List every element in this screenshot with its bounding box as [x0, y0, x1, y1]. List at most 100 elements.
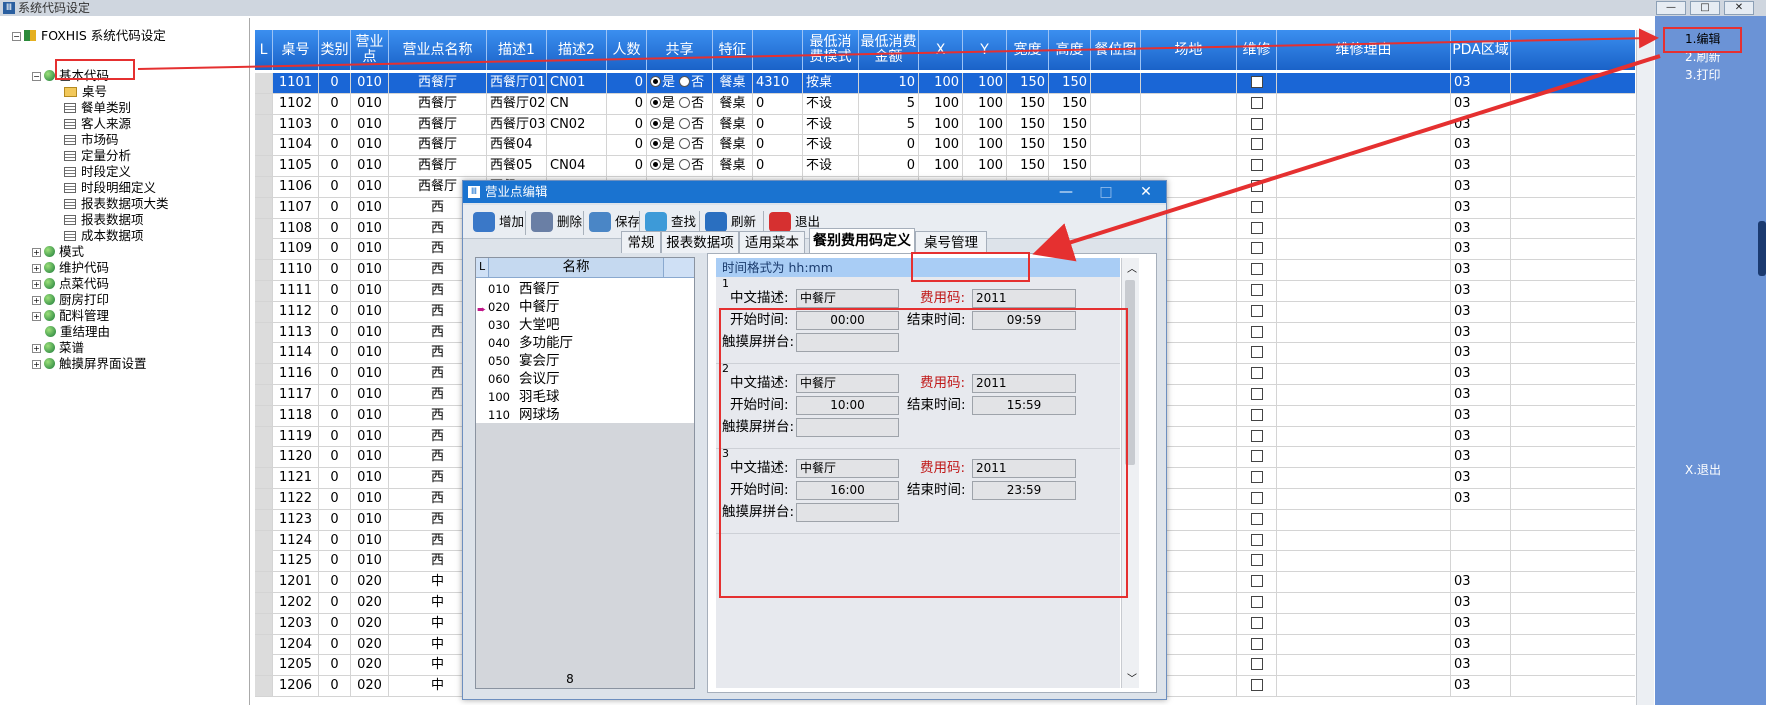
- row-selector[interactable]: [255, 218, 273, 239]
- cell-no[interactable]: 1113: [273, 322, 319, 343]
- cell-empty[interactable]: [1277, 426, 1451, 447]
- row-selector[interactable]: [255, 239, 273, 260]
- cell-cat[interactable]: 0: [319, 93, 351, 114]
- checkbox[interactable]: [1250, 637, 1263, 650]
- tab-3[interactable]: 餐别费用码定义: [809, 228, 915, 253]
- tree-item[interactable]: + 点菜代码: [32, 276, 109, 292]
- table-row[interactable]: 1103 0 010 西餐厅 西餐厅03 CN02 0 是 否餐桌 0 不设 5 100 100 150 1…: [255, 114, 1635, 136]
- repair-checkbox[interactable]: [1237, 135, 1277, 156]
- checkbox[interactable]: [1250, 450, 1263, 463]
- radio-no[interactable]: [679, 76, 691, 87]
- end-time-field[interactable]: 15:59: [972, 396, 1076, 415]
- share-radio-group[interactable]: 是 否: [647, 135, 713, 156]
- cell-pda[interactable]: 03: [1451, 364, 1511, 385]
- cell-mode[interactable]: 按桌: [803, 73, 859, 93]
- tree-item[interactable]: 客人来源: [50, 116, 131, 132]
- cell-empty[interactable]: [1277, 322, 1451, 343]
- checkbox[interactable]: [1250, 304, 1263, 317]
- column-header[interactable]: 维修理由: [1277, 30, 1451, 70]
- cell-pda[interactable]: 03: [1451, 197, 1511, 218]
- list-item[interactable]: 100 羽毛球: [476, 388, 694, 406]
- column-header[interactable]: X: [919, 30, 963, 70]
- repair-checkbox[interactable]: [1237, 322, 1277, 343]
- cell-empty[interactable]: [1141, 93, 1237, 114]
- row-selector[interactable]: [255, 676, 273, 697]
- repair-checkbox[interactable]: [1237, 260, 1277, 281]
- cell-x1[interactable]: 0: [753, 93, 803, 114]
- cell-pda[interactable]: 03: [1451, 385, 1511, 405]
- cell-d2[interactable]: [547, 135, 607, 156]
- cell-h[interactable]: 150: [1049, 73, 1091, 93]
- column-header[interactable]: 最低消费金额: [859, 30, 919, 70]
- cell-pda[interactable]: 03: [1451, 489, 1511, 509]
- cell-cat[interactable]: 0: [319, 343, 351, 364]
- cell-no[interactable]: 1105: [273, 156, 319, 177]
- cell-cat[interactable]: 0: [319, 447, 351, 468]
- repair-checkbox[interactable]: [1237, 73, 1277, 93]
- touch-table-field[interactable]: [796, 503, 899, 522]
- close-button[interactable]: ✕: [1724, 1, 1754, 15]
- checkbox[interactable]: [1250, 96, 1263, 109]
- repair-checkbox[interactable]: [1237, 197, 1277, 218]
- cell-empty[interactable]: [1277, 93, 1451, 114]
- column-header[interactable]: 营业点名称: [389, 30, 487, 70]
- cell-mode[interactable]: 不设: [803, 93, 859, 114]
- cell-pt[interactable]: 010: [351, 385, 389, 405]
- expand-icon[interactable]: +: [32, 344, 41, 353]
- cell-cat[interactable]: 0: [319, 177, 351, 197]
- cell-pt[interactable]: 010: [351, 218, 389, 239]
- list-item[interactable]: ➨ 020 中餐厅: [476, 298, 694, 316]
- expand-icon[interactable]: +: [32, 360, 41, 369]
- cell-cat[interactable]: 0: [319, 301, 351, 322]
- share-radio-group[interactable]: 是 否: [647, 93, 713, 114]
- scroll-down-icon[interactable]: ﹀: [1127, 670, 1137, 685]
- cell-mode[interactable]: 不设: [803, 135, 859, 156]
- radio-yes[interactable]: [650, 117, 661, 129]
- checkbox[interactable]: [1250, 138, 1263, 151]
- row-selector[interactable]: [255, 572, 273, 593]
- checkbox[interactable]: [1250, 533, 1263, 546]
- cell-pda[interactable]: 03: [1451, 447, 1511, 468]
- cell-empty[interactable]: [1091, 93, 1141, 114]
- cell-d1[interactable]: 西餐04: [487, 135, 547, 156]
- cell-cat[interactable]: 0: [319, 551, 351, 572]
- checkbox[interactable]: [1250, 221, 1263, 234]
- cell-empty[interactable]: [1277, 551, 1451, 572]
- tab-4[interactable]: 桌号管理: [915, 231, 987, 253]
- dialog-maximize-button[interactable]: □: [1086, 181, 1126, 203]
- cell-empty[interactable]: [1277, 405, 1451, 426]
- fee-field[interactable]: 2011: [972, 374, 1076, 393]
- cell-no[interactable]: 1101: [273, 73, 319, 93]
- cell-empty[interactable]: [1277, 239, 1451, 260]
- repair-checkbox[interactable]: [1237, 93, 1277, 114]
- row-selector[interactable]: [255, 177, 273, 197]
- cell-pt[interactable]: 010: [351, 281, 389, 301]
- cell-empty[interactable]: [1141, 156, 1237, 177]
- cell-empty[interactable]: [1277, 218, 1451, 239]
- scroll-up-icon[interactable]: ︿: [1127, 260, 1137, 275]
- checkbox[interactable]: [1250, 512, 1263, 525]
- list-item[interactable]: 010 西餐厅: [476, 280, 694, 298]
- cell-h[interactable]: 150: [1049, 93, 1091, 114]
- checkbox[interactable]: [1250, 679, 1263, 692]
- cell-empty[interactable]: [1277, 468, 1451, 489]
- tree-item[interactable]: 定量分析: [50, 148, 131, 164]
- repair-checkbox[interactable]: [1237, 343, 1277, 364]
- column-header[interactable]: PDA区域: [1451, 30, 1511, 70]
- cell-x[interactable]: 100: [919, 114, 963, 135]
- repair-checkbox[interactable]: [1237, 489, 1277, 509]
- repair-checkbox[interactable]: [1237, 218, 1277, 239]
- cell-cat[interactable]: 0: [319, 509, 351, 530]
- tree-item[interactable]: 时段明细定义: [50, 180, 156, 196]
- cell-feat[interactable]: 餐桌: [713, 73, 753, 93]
- repair-checkbox[interactable]: [1237, 426, 1277, 447]
- expand-icon[interactable]: +: [32, 264, 41, 273]
- dialog-minimize-button[interactable]: —: [1046, 181, 1086, 203]
- cell-pt[interactable]: 010: [351, 426, 389, 447]
- row-selector[interactable]: [255, 405, 273, 426]
- tree-item[interactable]: 报表数据项: [50, 212, 144, 228]
- cell-no[interactable]: 1120: [273, 447, 319, 468]
- cell-ptname[interactable]: 西餐厅: [389, 73, 487, 93]
- row-selector[interactable]: [255, 364, 273, 385]
- checkbox[interactable]: [1250, 575, 1263, 588]
